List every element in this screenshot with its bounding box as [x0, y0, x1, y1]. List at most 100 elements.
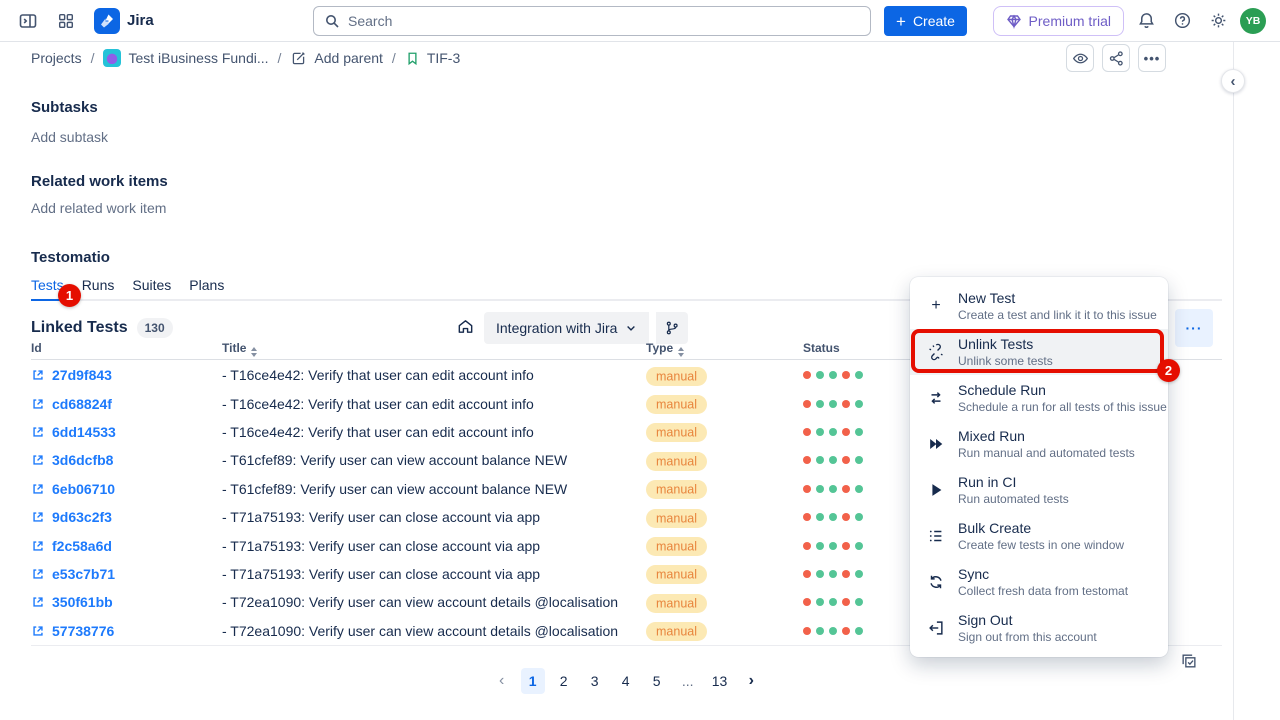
jira-logo[interactable]: Jira [94, 8, 154, 34]
watch-eye-icon[interactable] [1066, 44, 1094, 72]
test-title: - T71a75193: Verify user can close accou… [222, 509, 646, 525]
collapse-panel-button[interactable]: ‹ [1221, 69, 1245, 93]
breadcrumb-project[interactable]: Test iBusiness Fundi... [103, 49, 268, 67]
global-search[interactable] [313, 6, 871, 36]
pagination-page-13[interactable]: 13 [707, 668, 733, 694]
settings-gear-icon[interactable] [1204, 7, 1232, 35]
sync-icon [924, 573, 948, 591]
menu-item-schedule-run[interactable]: Schedule Run Schedule a run for all test… [910, 375, 1168, 421]
search-input[interactable] [348, 13, 860, 29]
status-dot-red [803, 570, 811, 578]
test-id-link[interactable]: 27d9f843 [52, 367, 112, 383]
test-id-link[interactable]: f2c58a6d [52, 538, 112, 554]
top-navigation-bar: Jira + Create Premium trial [0, 0, 1280, 42]
menu-item-subtitle: Run manual and automated tests [958, 446, 1135, 461]
more-actions-icon[interactable]: ••• [1138, 44, 1166, 72]
linked-tests-count-badge: 130 [137, 318, 173, 338]
column-title[interactable]: Title [222, 341, 646, 357]
help-icon[interactable] [1168, 7, 1196, 35]
breadcrumb-issue[interactable]: TIF-3 [405, 50, 460, 66]
pagination-page-4[interactable]: 4 [614, 668, 638, 694]
pagination-page-1[interactable]: 1 [521, 668, 545, 694]
menu-item-title: New Test [958, 290, 1152, 307]
menu-item-sync[interactable]: Sync Collect fresh data from testomat [910, 559, 1168, 605]
breadcrumb-add-parent[interactable]: Add parent [290, 50, 383, 67]
tab-runs[interactable]: Runs [82, 277, 115, 293]
test-title: - T72ea1090: Verify user can view accoun… [222, 594, 646, 610]
menu-item-subtitle: Sign out from this account [958, 630, 1097, 645]
chevron-down-icon [625, 322, 637, 334]
status-dot-red [803, 428, 811, 436]
external-link-icon [31, 510, 45, 524]
premium-trial-button[interactable]: Premium trial [993, 6, 1124, 36]
share-icon[interactable] [1102, 44, 1130, 72]
branch-icon[interactable] [654, 312, 688, 344]
status-dot-red [803, 400, 811, 408]
menu-item-unlink-tests[interactable]: Unlink Tests Unlink some tests [910, 329, 1168, 375]
test-type-badge: manual [646, 537, 707, 556]
status-dot-green [829, 456, 837, 464]
test-type-badge: manual [646, 594, 707, 613]
sort-icon [251, 347, 257, 357]
menu-item-subtitle: Schedule a run for all tests of this iss… [958, 400, 1152, 415]
column-id[interactable]: Id [31, 341, 222, 357]
pagination-page-3[interactable]: 3 [583, 668, 607, 694]
project-dropdown[interactable]: Integration with Jira [484, 312, 649, 344]
column-type[interactable]: Type [646, 341, 803, 357]
status-dot-red [842, 371, 850, 379]
test-id-link[interactable]: 6eb06710 [52, 481, 115, 497]
menu-item-mixed-run[interactable]: Mixed Run Run manual and automated tests [910, 421, 1168, 467]
add-related-item-link[interactable]: Add related work item [31, 200, 166, 216]
menu-item-title: Schedule Run [958, 382, 1152, 399]
test-id-link[interactable]: 9d63c2f3 [52, 509, 112, 525]
bulk-create-icon [924, 527, 948, 545]
menu-item-sign-out[interactable]: Sign Out Sign out from this account [910, 605, 1168, 651]
menu-item-bulk-create[interactable]: Bulk Create Create few tests in one wind… [910, 513, 1168, 559]
status-dot-green [829, 627, 837, 635]
status-dot-green [829, 485, 837, 493]
status-dot-green [855, 598, 863, 606]
create-button[interactable]: + Create [884, 6, 967, 36]
status-dot-green [816, 400, 824, 408]
run-in-ci-icon [924, 481, 948, 499]
status-dot-red [803, 371, 811, 379]
status-dot-green [816, 456, 824, 464]
status-dot-red [803, 598, 811, 606]
breadcrumb-projects[interactable]: Projects [31, 50, 82, 66]
test-id-link[interactable]: cd68824f [52, 396, 112, 412]
sidebar-toggle-icon[interactable] [14, 7, 42, 35]
home-icon[interactable] [456, 317, 475, 336]
notifications-bell-icon[interactable] [1132, 7, 1160, 35]
status-dot-red [842, 627, 850, 635]
multi-select-icon[interactable] [1180, 652, 1198, 670]
add-subtask-link[interactable]: Add subtask [31, 129, 108, 145]
test-id-link[interactable]: 350f61bb [52, 594, 113, 610]
pagination-page-2[interactable]: 2 [552, 668, 576, 694]
pagination-next[interactable]: › [739, 668, 763, 694]
test-id-link[interactable]: 3d6dcfb8 [52, 452, 113, 468]
pagination-page-5[interactable]: 5 [645, 668, 669, 694]
status-dot-green [829, 513, 837, 521]
test-id-link[interactable]: 6dd14533 [52, 424, 116, 440]
user-avatar[interactable]: YB [1240, 8, 1266, 34]
app-switcher-icon[interactable] [52, 7, 80, 35]
testomatio-heading: Testomatio [31, 249, 110, 266]
external-link-icon [31, 539, 45, 553]
status-dot-green [816, 371, 824, 379]
external-link-icon [31, 425, 45, 439]
test-title: - T71a75193: Verify user can close accou… [222, 566, 646, 582]
test-id-link[interactable]: 57738776 [52, 623, 114, 639]
menu-item-title: Run in CI [958, 474, 1069, 491]
status-dot-red [803, 485, 811, 493]
status-dot-green [816, 570, 824, 578]
test-title: - T16ce4e42: Verify that user can edit a… [222, 396, 646, 412]
status-dot-green [855, 542, 863, 550]
test-id-link[interactable]: e53c7b71 [52, 566, 115, 582]
menu-item-new-test[interactable]: + New Test Create a test and link it it … [910, 283, 1168, 329]
status-dot-green [829, 598, 837, 606]
pagination: ‹12345...13› [31, 668, 1222, 694]
menu-item-run-in-ci[interactable]: Run in CI Run automated tests [910, 467, 1168, 513]
unlink-icon [924, 343, 948, 361]
tab-plans[interactable]: Plans [189, 277, 224, 293]
tab-suites[interactable]: Suites [132, 277, 171, 293]
